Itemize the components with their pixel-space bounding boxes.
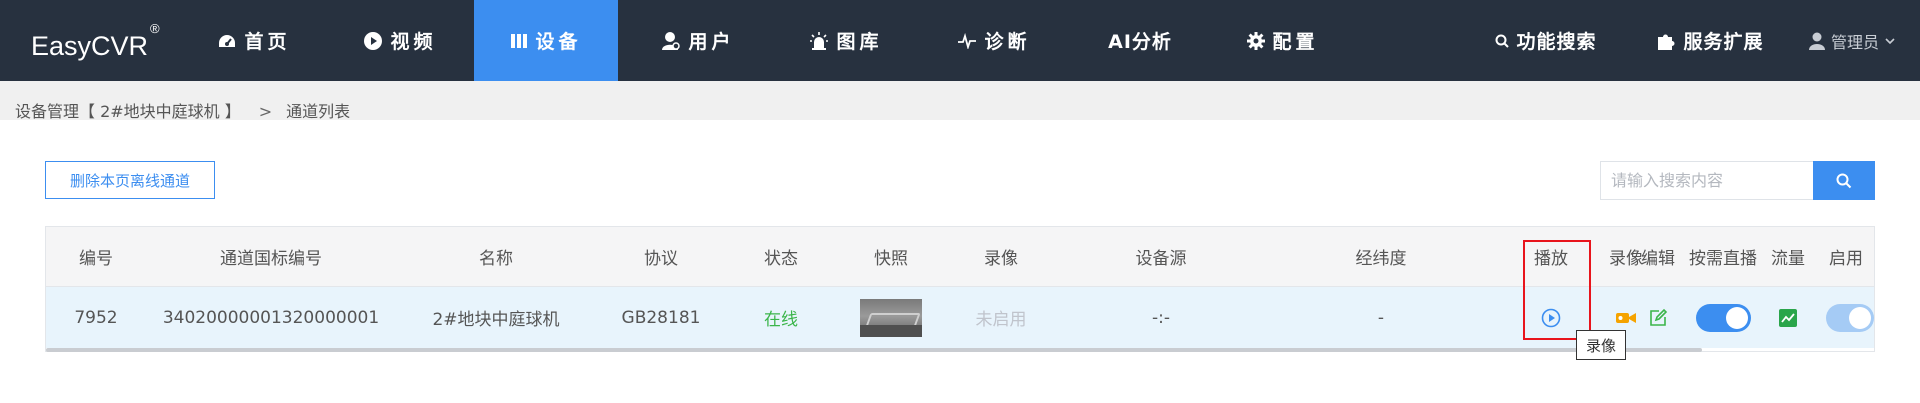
gear-icon	[1247, 31, 1266, 50]
nav-item-service-ext[interactable]: 服务扩展	[1640, 0, 1780, 81]
puzzle-icon	[1658, 34, 1675, 50]
nav-item-config[interactable]: 配置	[1233, 0, 1333, 81]
nav-item-ai-analysis[interactable]: AI分析	[1090, 0, 1190, 81]
nav-label-feature-search: 功能搜索	[1516, 31, 1597, 53]
cell-gb-id: 34020000001320000001	[162, 307, 380, 328]
nav-label-ai-analysis: AI分析	[1108, 31, 1172, 53]
column-header-enable: 启用	[1829, 249, 1863, 269]
column-header-source: 设备源	[1135, 249, 1187, 269]
nav-label-diagnose: 诊断	[984, 31, 1031, 53]
user-menu[interactable]: 管理员	[1809, 0, 1895, 81]
brand-name: EasyCVR	[31, 31, 149, 61]
nav-item-video[interactable]: 视频	[350, 0, 450, 81]
nav-item-feature-search[interactable]: 功能搜索	[1490, 0, 1602, 81]
cell-protocol: GB28181	[621, 307, 701, 328]
cell-name: 2#地块中庭球机	[432, 310, 560, 330]
search-icon	[1836, 173, 1852, 188]
nav-item-user[interactable]: 用户	[648, 0, 748, 81]
on-demand-live-toggle[interactable]	[1695, 303, 1751, 332]
column-header-id: 编号	[79, 249, 113, 269]
device-icon	[511, 33, 528, 48]
nav-label-home: 首页	[244, 31, 291, 53]
record-tooltip: 录像	[1576, 330, 1626, 360]
column-header-status: 状态	[764, 249, 798, 269]
nav-item-home[interactable]: 首页	[204, 0, 304, 81]
cell-id: 7952	[74, 307, 118, 328]
cell-status: 在线	[764, 310, 798, 330]
cell-latlng: -	[1377, 307, 1385, 328]
chevron-down-icon	[1885, 37, 1895, 44]
alarm-icon	[810, 31, 829, 50]
breadcrumb-device[interactable]: 设备管理【 2#地块中庭球机 】	[15, 102, 241, 121]
user-icon	[662, 31, 681, 50]
nav-item-gallery[interactable]: 图库	[796, 0, 896, 81]
enable-toggle[interactable]	[1826, 303, 1874, 332]
column-header-gb-id: 通道国标编号	[220, 249, 322, 269]
table-header: 编号 通道国标编号 名称 协议 状态 快照 录像 设备源 经纬度 播放 录像 编…	[46, 227, 1874, 287]
search-icon	[1495, 34, 1510, 48]
column-header-recording: 录像	[984, 249, 1018, 269]
dashboard-icon	[219, 34, 236, 47]
edit-icon[interactable]	[1648, 308, 1668, 328]
nav-label-device: 设备	[535, 31, 582, 53]
column-header-name: 名称	[479, 249, 513, 269]
delete-offline-channels-button[interactable]: 删除本页离线通道	[45, 161, 215, 199]
pulse-icon	[958, 32, 977, 49]
nav-item-device[interactable]: 设备	[474, 0, 618, 81]
horizontal-scrollbar[interactable]	[46, 348, 1702, 352]
cell-enable	[1818, 287, 1874, 348]
nav-label-config: 配置	[1272, 31, 1319, 53]
record-column-highlight	[1523, 240, 1591, 340]
nav-label-user: 用户	[688, 31, 735, 53]
breadcrumb-current: 通道列表	[286, 102, 351, 121]
column-header-latlng: 经纬度	[1355, 249, 1407, 269]
cell-source: -:-	[1152, 307, 1170, 328]
nav-label-service-ext: 服务扩展	[1683, 31, 1764, 53]
search-input[interactable]	[1600, 161, 1814, 200]
cell-recording: 未启用	[975, 310, 1027, 330]
play-circle-icon	[364, 31, 383, 50]
top-nav-bar: EasyCVR® 首页 视频 设备 用户 图库 诊断 AI分析 配置 功能搜索 …	[0, 0, 1920, 81]
brand-logo[interactable]: EasyCVR®	[31, 21, 160, 62]
nav-label-gallery: 图库	[836, 31, 883, 53]
column-header-snapshot: 快照	[874, 249, 908, 269]
cell-traffic	[1758, 287, 1818, 348]
user-avatar-icon	[1809, 32, 1825, 50]
breadcrumb: 设备管理【 2#地块中庭球机 】 > 通道列表	[15, 98, 350, 122]
snapshot-thumbnail[interactable]	[860, 298, 922, 337]
nav-item-diagnose[interactable]: 诊断	[944, 0, 1044, 81]
user-name: 管理员	[1831, 32, 1880, 52]
traffic-chart-icon[interactable]	[1779, 308, 1797, 327]
brand-mark: ®	[150, 21, 160, 36]
search-button[interactable]	[1813, 161, 1875, 200]
breadcrumb-separator: >	[258, 102, 273, 121]
column-header-protocol: 协议	[644, 249, 678, 269]
cell-snapshot	[836, 287, 946, 348]
nav-label-video: 视频	[390, 31, 437, 53]
column-header-traffic: 流量	[1771, 249, 1805, 269]
